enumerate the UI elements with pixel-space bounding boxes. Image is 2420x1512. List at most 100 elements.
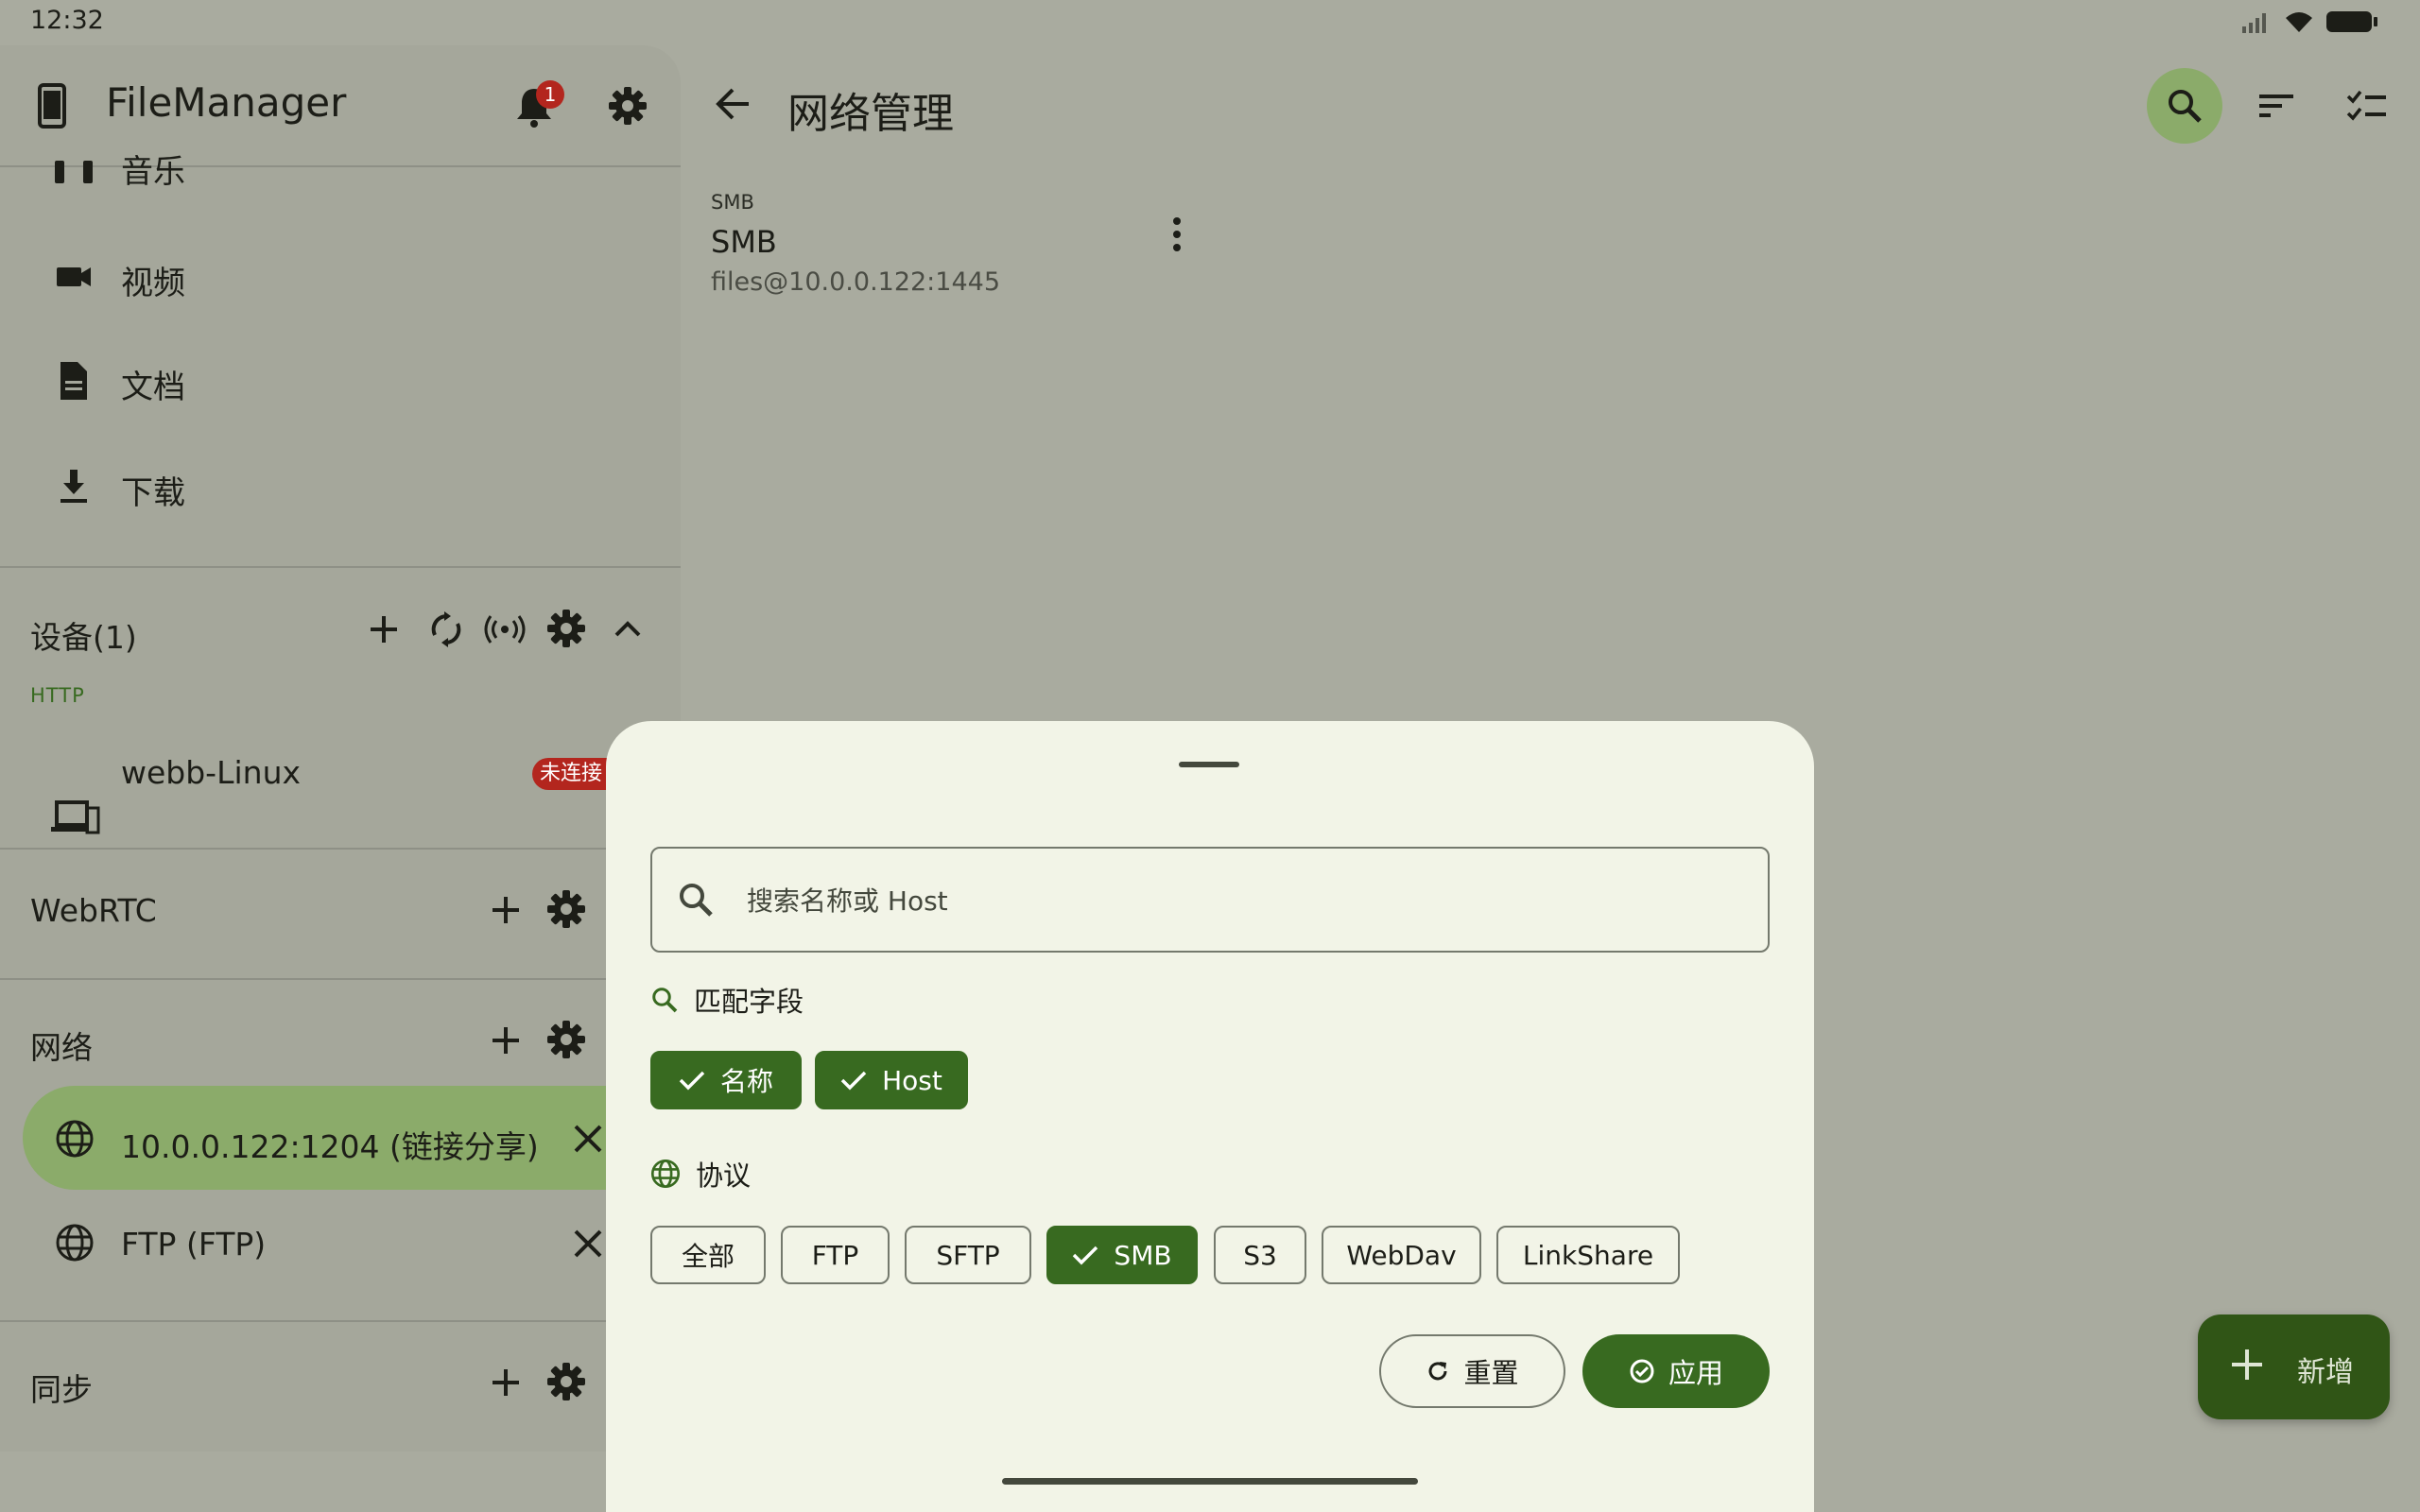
sidebar-item-video[interactable]: 视频	[0, 227, 681, 331]
chip-smb[interactable]: SMB	[1046, 1226, 1198, 1284]
divider	[0, 978, 681, 980]
refresh-icon	[1426, 1359, 1450, 1383]
search-icon	[650, 986, 679, 1014]
sort-button[interactable]	[2257, 89, 2295, 123]
chip-label: S3	[1243, 1239, 1277, 1271]
chip-label: SMB	[1114, 1239, 1172, 1271]
document-icon	[53, 360, 95, 402]
chip-label: FTP	[811, 1239, 859, 1271]
filter-bottom-sheet: 匹配字段 名称 Host 协议 全部 FTP SFTP SMB S3 WebDa…	[606, 721, 1814, 1512]
chip-host[interactable]: Host	[815, 1051, 968, 1109]
chip-label: 全部	[681, 1241, 735, 1272]
protocol-title: 协议	[696, 1160, 752, 1192]
sidebar-item-label: 10.0.0.122:1204 (链接分享)	[121, 1128, 539, 1165]
add-device-button[interactable]	[367, 612, 401, 646]
reset-button[interactable]: 重置	[1379, 1334, 1565, 1408]
add-webrtc-button[interactable]	[489, 893, 523, 927]
home-indicator	[1002, 1478, 1418, 1485]
search-icon	[677, 881, 715, 919]
download-icon	[53, 466, 95, 507]
check-circle-icon	[1629, 1358, 1655, 1384]
chip-ftp[interactable]: FTP	[781, 1226, 890, 1284]
sync-icon[interactable]	[427, 610, 465, 648]
add-sync-button[interactable]	[489, 1366, 523, 1400]
match-fields-title: 匹配字段	[694, 986, 804, 1018]
add-connection-button[interactable]: 新增	[2198, 1314, 2390, 1419]
check-icon	[679, 1070, 705, 1091]
search-input[interactable]	[747, 877, 1730, 924]
webrtc-settings-button[interactable]	[546, 889, 586, 929]
back-button[interactable]	[714, 87, 752, 121]
devices-icon	[51, 799, 100, 836]
settings-button[interactable]	[608, 86, 648, 126]
battery-icon	[2325, 9, 2378, 34]
chip-label: Host	[882, 1064, 942, 1096]
sidebar-item-label: 视频	[121, 265, 185, 302]
wifi-icon	[2284, 9, 2314, 34]
divider	[0, 566, 681, 568]
match-fields-header: 匹配字段	[650, 980, 804, 1020]
devices-section-title: 设备(1)	[30, 619, 137, 656]
fab-label: 新增	[2297, 1356, 2354, 1389]
globe-icon	[650, 1159, 681, 1189]
connection-host: files@10.0.0.122:1445	[711, 267, 1000, 297]
sidebar-item-label: 下载	[121, 474, 185, 512]
close-icon[interactable]	[573, 1228, 603, 1259]
videocam-icon	[53, 256, 95, 298]
network-settings-button[interactable]	[546, 1020, 586, 1059]
page-title: 网络管理	[787, 90, 954, 138]
chip-label: SFTP	[936, 1239, 1000, 1271]
plus-icon	[2230, 1348, 2264, 1382]
headphones-icon	[53, 161, 95, 187]
chip-all[interactable]: 全部	[650, 1226, 766, 1284]
sync-settings-button[interactable]	[546, 1362, 586, 1401]
connection-type: SMB	[711, 191, 754, 214]
chip-s3[interactable]: S3	[1214, 1226, 1306, 1284]
app-title: FileManager	[106, 79, 347, 126]
status-icons	[2240, 9, 2378, 34]
globe-icon	[55, 1223, 95, 1263]
select-mode-button[interactable]	[2346, 87, 2388, 125]
check-icon	[1072, 1245, 1098, 1265]
status-time: 12:32	[30, 6, 104, 35]
add-network-button[interactable]	[489, 1023, 523, 1057]
sidebar-item-documents[interactable]: 文档	[0, 331, 681, 435]
chip-webdav[interactable]: WebDav	[1322, 1226, 1481, 1284]
search-icon	[2166, 87, 2204, 125]
divider	[0, 848, 681, 850]
chip-name[interactable]: 名称	[650, 1051, 802, 1109]
collapse-chevron-icon[interactable]	[611, 616, 645, 643]
search-field[interactable]	[650, 847, 1770, 953]
sync-section-title: 同步	[30, 1371, 93, 1408]
device-settings-button[interactable]	[546, 609, 586, 648]
chip-sftp[interactable]: SFTP	[905, 1226, 1031, 1284]
webrtc-section-title: WebRTC	[30, 892, 157, 929]
sidebar-item-downloads[interactable]: 下载	[0, 437, 681, 541]
device-name[interactable]: webb-Linux	[121, 754, 301, 791]
globe-icon	[55, 1119, 95, 1159]
device-protocol-label: HTTP	[30, 684, 85, 707]
phone-icon	[36, 83, 68, 129]
chip-label: 名称	[719, 1066, 773, 1097]
sidebar-item-label: 文档	[121, 369, 185, 406]
apply-label: 应用	[1668, 1357, 1723, 1389]
divider	[0, 1320, 681, 1322]
more-options-button[interactable]	[1171, 216, 1183, 252]
broadcast-icon[interactable]	[484, 612, 526, 646]
search-button[interactable]	[2147, 68, 2222, 144]
connection-name[interactable]: SMB	[711, 224, 777, 260]
chip-label: WebDav	[1346, 1239, 1457, 1271]
close-icon[interactable]	[573, 1124, 603, 1154]
protocol-header: 协议	[650, 1154, 751, 1194]
network-section-title: 网络	[30, 1029, 93, 1066]
apply-button[interactable]: 应用	[1582, 1334, 1770, 1408]
sidebar-item-label: 音乐	[121, 153, 185, 191]
notification-badge: 1	[536, 80, 564, 109]
drag-handle[interactable]	[1179, 762, 1239, 767]
reset-label: 重置	[1463, 1357, 1519, 1389]
check-icon	[840, 1070, 867, 1091]
chip-label: LinkShare	[1522, 1239, 1654, 1271]
navigation-drawer: FileManager 1 音乐 视频 文档 下载 设备(1) HTTP web…	[0, 45, 681, 1452]
sidebar-item-ftp[interactable]: FTP (FTP)	[121, 1226, 266, 1263]
chip-linkshare[interactable]: LinkShare	[1496, 1226, 1680, 1284]
